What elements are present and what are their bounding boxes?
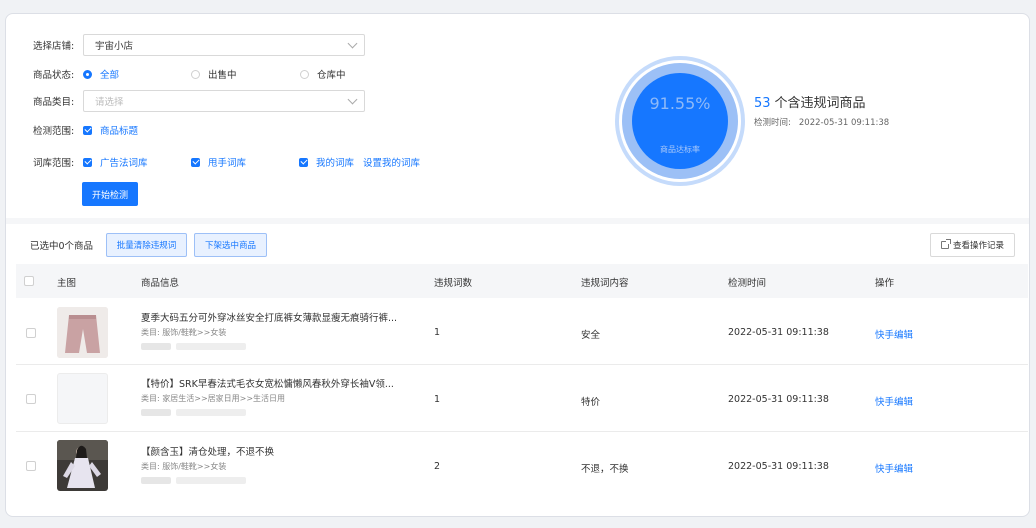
category-row: 商品类目: 请选择 — [33, 90, 365, 112]
violation-count-cell: 1 — [434, 327, 441, 338]
set-lexicon-link[interactable]: 设置我的词库 — [363, 155, 420, 169]
lexicon-label: 词库范围: — [33, 158, 75, 169]
lexicon-checkbox-shuaishou[interactable]: 甩手词库 — [191, 155, 299, 169]
row-checkbox[interactable] — [26, 461, 36, 471]
shorts-image — [57, 307, 108, 358]
violation-words-cell: 安全 — [581, 330, 601, 341]
lexicon-checkbox-mine[interactable]: 我的词库 — [299, 155, 363, 169]
redacted-text — [176, 477, 246, 484]
delist-button[interactable]: 下架选中商品 — [194, 233, 267, 257]
detect-time-cell: 2022-05-31 09:11:38 — [728, 461, 829, 472]
redacted-text — [176, 409, 246, 416]
shop-select[interactable]: 宇宙小店 — [83, 34, 365, 56]
product-category: 类目: 服饰/鞋靴>>女装 — [141, 462, 227, 471]
pass-rate-value: 91.55% — [649, 94, 711, 113]
product-title[interactable]: 【特价】SRK早春法式毛衣女宽松慵懒风春秋外穿长袖V领... — [141, 376, 394, 390]
product-title[interactable]: 【颜含玉】清仓处理，不退不换 — [141, 444, 274, 458]
radio-icon — [191, 69, 200, 79]
scope-label: 检测范围: — [33, 126, 75, 137]
row-checkbox[interactable] — [26, 328, 36, 338]
product-title[interactable]: 夏季大码五分可外穿冰丝安全打底裤女薄款显瘦无痕骑行裤... — [141, 310, 397, 324]
violation-summary: 53 个含违规词商品 — [754, 92, 866, 111]
pass-rate-gauge: 91.55% 商品达标率 — [615, 56, 745, 186]
table-row: 【颜含玉】清仓处理，不退不换 类目: 服饰/鞋靴>>女装 2 不退，不换 202… — [16, 432, 1028, 500]
checkbox-checked-icon — [83, 157, 92, 167]
status-radio-warehouse[interactable]: 仓库中 — [300, 67, 346, 81]
quick-edit-link[interactable]: 快手编辑 — [875, 394, 913, 408]
start-detect-button[interactable]: 开始检测 — [82, 182, 138, 206]
status-label: 商品状态: — [33, 70, 75, 81]
batch-clear-button[interactable]: 批量清除违规词 — [106, 233, 187, 257]
shop-label: 选择店铺: — [33, 41, 75, 52]
category-label: 商品类目: — [33, 97, 75, 108]
column-header: 违规词内容 — [581, 278, 629, 289]
product-image — [57, 307, 108, 358]
scope-checkbox-title[interactable]: 商品标题 — [83, 123, 138, 137]
product-image — [57, 373, 108, 424]
view-log-button[interactable]: 查看操作记录 — [930, 233, 1015, 257]
scope-row: 检测范围: 商品标题 — [33, 119, 138, 141]
redacted-text — [141, 343, 171, 350]
table-row: 【特价】SRK早春法式毛衣女宽松慵懒风春秋外穿长袖V领... 类目: 家居生活>… — [16, 365, 1028, 432]
table-header: 主图 商品信息 违规词数 违规词内容 检测时间 操作 — [16, 264, 1028, 298]
column-header: 操作 — [875, 278, 895, 289]
section-divider — [6, 218, 1029, 224]
violation-words-cell: 不退，不换 — [581, 464, 629, 475]
column-header: 检测时间 — [728, 278, 767, 289]
column-header: 商品信息 — [141, 278, 180, 289]
external-link-icon — [940, 239, 951, 249]
pass-rate-caption: 商品达标率 — [660, 145, 700, 154]
status-radio-all[interactable]: 全部 — [83, 67, 191, 81]
product-category: 类目: 服饰/鞋靴>>女装 — [141, 328, 227, 337]
quick-edit-link[interactable]: 快手编辑 — [875, 461, 913, 475]
chevron-down-icon — [347, 94, 358, 104]
row-checkbox[interactable] — [26, 394, 36, 404]
violation-count: 53 — [754, 96, 771, 111]
chevron-down-icon — [347, 38, 358, 48]
product-category: 类目: 家居生活>>居家日用>>生活日用 — [141, 394, 286, 403]
product-image — [57, 440, 108, 491]
violation-count-cell: 1 — [434, 394, 441, 405]
redacted-text — [141, 409, 171, 416]
checkbox-checked-icon — [191, 157, 200, 167]
column-header: 违规词数 — [434, 278, 473, 289]
dress-photo-image — [57, 440, 108, 491]
shop-row: 选择店铺: 宇宙小店 — [33, 34, 365, 56]
column-header: 主图 — [57, 278, 77, 289]
redacted-text — [176, 343, 246, 350]
category-placeholder: 请选择 — [95, 97, 124, 108]
status-row: 商品状态: 全部 出售中 仓库中 — [33, 63, 346, 85]
lexicon-row: 词库范围: 广告法词库 甩手词库 我的词库 设置我的词库 — [33, 151, 420, 173]
checkbox-checked-icon — [83, 125, 92, 135]
detect-time-cell: 2022-05-31 09:11:38 — [728, 394, 829, 405]
detect-time: 检测时间: 2022-05-31 09:11:38 — [754, 118, 890, 128]
select-all-checkbox[interactable] — [24, 276, 34, 286]
quick-edit-link[interactable]: 快手编辑 — [875, 327, 913, 341]
checkbox-checked-icon — [299, 157, 308, 167]
category-select[interactable]: 请选择 — [83, 90, 365, 112]
selected-count: 已选中0个商品 — [30, 241, 94, 252]
lexicon-checkbox-ad-law[interactable]: 广告法词库 — [83, 155, 191, 169]
detect-time-cell: 2022-05-31 09:11:38 — [728, 327, 829, 338]
status-radio-onsale[interactable]: 出售中 — [191, 67, 300, 81]
violation-count-label: 个含违规词商品 — [774, 96, 866, 111]
radio-checked-icon — [83, 69, 92, 79]
detection-panel: 选择店铺: 宇宙小店 商品状态: 全部 出售中 仓库中 商品类目: 请选择 检测… — [5, 13, 1030, 517]
radio-icon — [300, 69, 309, 79]
violation-words-cell: 特价 — [581, 397, 601, 408]
table-row: 夏季大码五分可外穿冰丝安全打底裤女薄款显瘦无痕骑行裤... 类目: 服饰/鞋靴>… — [16, 299, 1028, 365]
violation-count-cell: 2 — [434, 461, 441, 472]
shop-value: 宇宙小店 — [95, 41, 134, 52]
redacted-text — [141, 477, 171, 484]
